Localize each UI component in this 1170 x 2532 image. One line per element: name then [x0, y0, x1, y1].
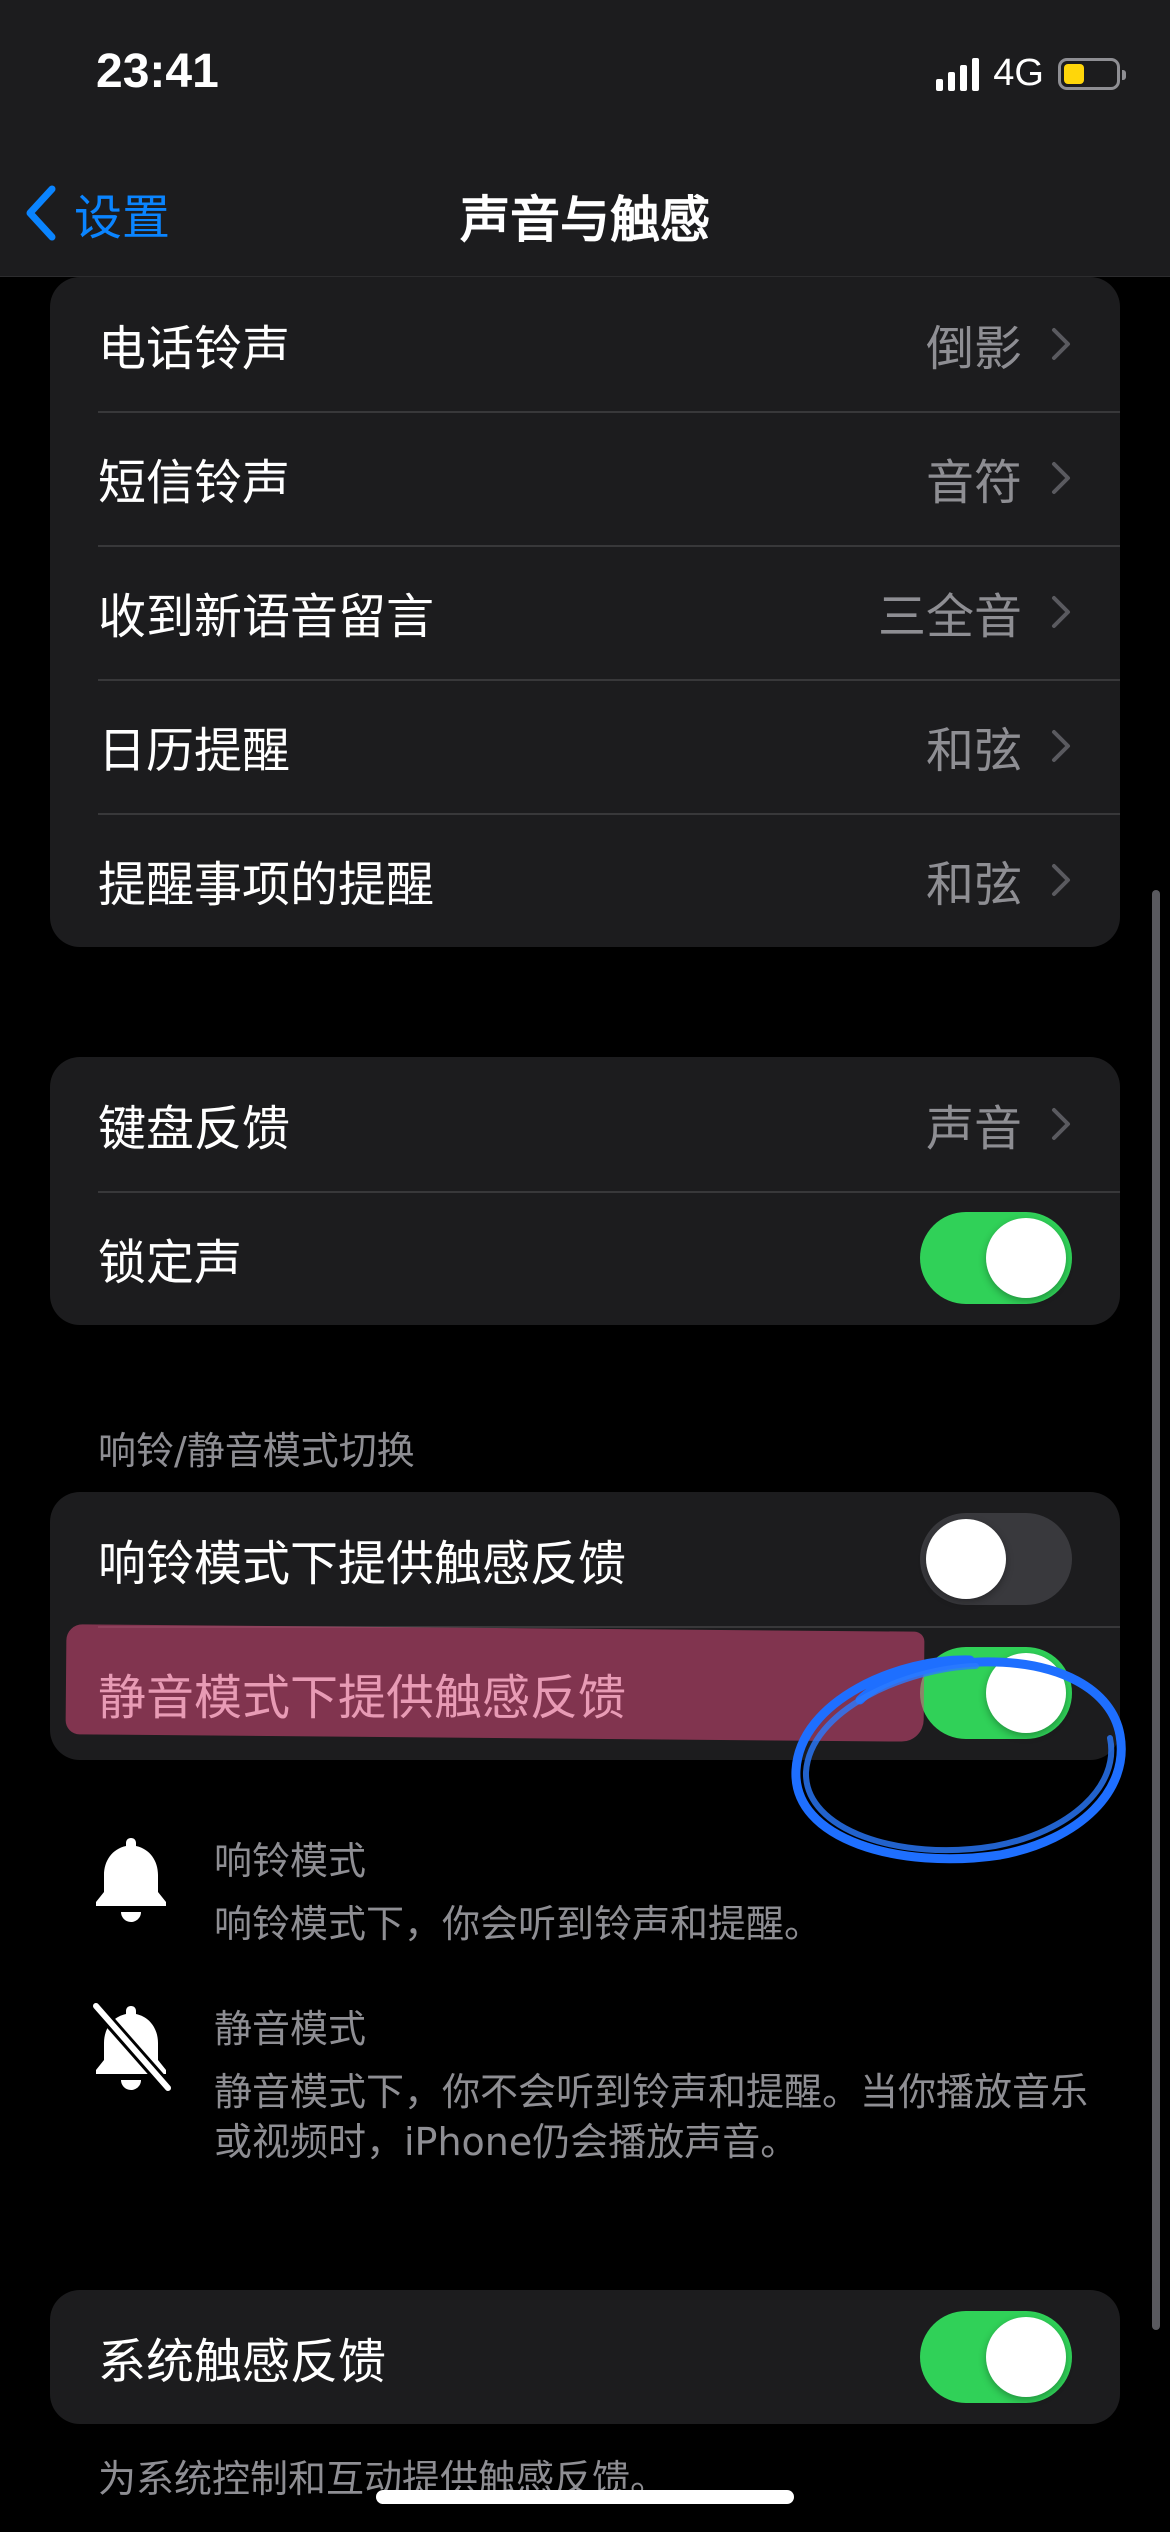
row-label: 电话铃声: [98, 321, 291, 377]
row-label: 响铃模式下提供触感反馈: [98, 1536, 627, 1592]
info-description: 静音模式下，你不会听到铃声和提醒。当你播放音乐或视频时，iPhone仍会播放声音…: [214, 2070, 1089, 2164]
lock-sound-toggle[interactable]: [920, 1212, 1072, 1304]
system-haptics-toggle[interactable]: [920, 2311, 1072, 2403]
chevron-right-icon: [1052, 328, 1070, 360]
chevron-right-icon: [1052, 462, 1070, 494]
silent-haptic-row: 静音模式下提供触感反馈: [50, 1626, 1120, 1760]
row-label: 静音模式下提供触感反馈: [98, 1670, 627, 1726]
info-title: 静音模式: [214, 2007, 367, 2051]
ringtone-row-voicemail[interactable]: 收到新语音留言 三全音: [50, 545, 1120, 679]
row-label: 短信铃声: [98, 455, 291, 511]
lock-sound-row: 锁定声: [50, 1191, 1120, 1325]
home-indicator[interactable]: [376, 2490, 794, 2504]
system-haptics-group: 系统触感反馈: [50, 2290, 1120, 2424]
chevron-right-icon: [1052, 730, 1070, 762]
chevron-right-icon: [1052, 596, 1070, 628]
chevron-right-icon: [1052, 864, 1070, 896]
network-type: 4G: [993, 52, 1044, 94]
toggle-knob: [986, 2317, 1066, 2397]
scrollbar[interactable]: [1152, 890, 1160, 2330]
page-title: 声音与触感: [460, 191, 710, 249]
row-value: 和弦: [925, 723, 1022, 779]
battery-level: [1064, 63, 1084, 84]
bell-icon: [96, 1838, 166, 1922]
ring-haptic-toggle[interactable]: [920, 1513, 1072, 1605]
feedback-group: 键盘反馈 声音 锁定声: [50, 1057, 1120, 1325]
ring-silent-group: 响铃模式下提供触感反馈 静音模式下提供触感反馈: [50, 1492, 1120, 1760]
row-label: 锁定声: [98, 1235, 243, 1291]
silent-haptic-toggle[interactable]: [920, 1647, 1072, 1739]
toggle-knob: [986, 1653, 1066, 1733]
status-time: 23:41: [96, 45, 219, 98]
row-label: 提醒事项的提醒: [98, 857, 435, 913]
row-label: 系统触感反馈: [98, 2334, 387, 2390]
system-haptics-row: 系统触感反馈: [50, 2290, 1120, 2424]
row-value: 声音: [925, 1101, 1022, 1157]
row-label: 键盘反馈: [98, 1101, 291, 1157]
row-value: 倒影: [925, 321, 1022, 377]
keyboard-feedback-row[interactable]: 键盘反馈 声音: [50, 1057, 1120, 1191]
status-bar: 23:41 4G: [0, 0, 1170, 150]
info-description: 响铃模式下，你会听到铃声和提醒。: [214, 1902, 823, 1946]
row-value: 三全音: [877, 589, 1022, 645]
row-label: 日历提醒: [98, 723, 291, 779]
ring-haptic-row: 响铃模式下提供触感反馈: [50, 1492, 1120, 1626]
ringtone-row-calendar[interactable]: 日历提醒 和弦: [50, 679, 1120, 813]
ringtones-group: 电话铃声 倒影 短信铃声 音符 收到新语音留言 三全音 日历提醒 和弦 提醒事项…: [50, 277, 1120, 947]
row-value: 音符: [925, 455, 1022, 511]
navigation-bar: 设置 声音与触感: [0, 150, 1170, 277]
silent-mode-info: 静音模式 静音模式下，你不会听到铃声和提醒。当你播放音乐或视频时，iPhone仍…: [88, 1998, 1094, 2167]
cellular-signal-icon: [936, 57, 980, 91]
row-value: 和弦: [925, 857, 1022, 913]
ringtone-row-phone[interactable]: 电话铃声 倒影: [50, 277, 1120, 411]
ringtone-row-sms[interactable]: 短信铃声 音符: [50, 411, 1120, 545]
bell-slash-icon: [88, 1998, 174, 2094]
battery-icon: [1058, 57, 1126, 90]
status-indicators: 4G: [936, 52, 1126, 95]
ringtone-row-reminders[interactable]: 提醒事项的提醒 和弦: [50, 813, 1120, 947]
toggle-knob: [926, 1519, 1006, 1599]
ring-mode-info: 响铃模式 响铃模式下，你会听到铃声和提醒。: [88, 1830, 1094, 1949]
row-label: 收到新语音留言: [98, 589, 435, 645]
section-header: 响铃/静音模式切换: [98, 1429, 415, 1473]
info-title: 响铃模式: [214, 1839, 367, 1883]
toggle-knob: [986, 1218, 1066, 1298]
chevron-right-icon: [1052, 1108, 1070, 1140]
